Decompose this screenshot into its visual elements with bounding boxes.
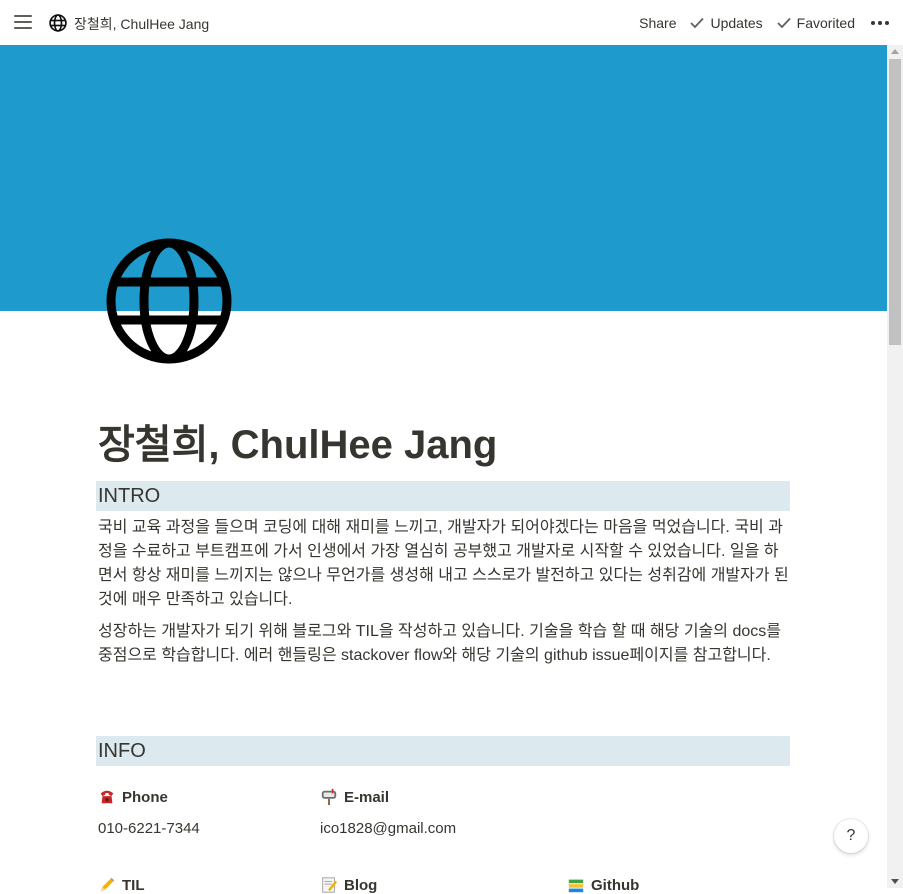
topbar: 장철희, ChulHee Jang Share Updates Favorite…: [0, 0, 903, 45]
globe-icon: [49, 14, 67, 32]
mailbox-icon: [321, 788, 337, 806]
intro-paragraph-1[interactable]: 국비 교육 과정을 들으며 코딩에 대해 재미를 느끼고, 개발자가 되어야겠다…: [98, 516, 790, 612]
page-title[interactable]: 장철희, ChulHee Jang: [98, 412, 497, 470]
check-icon: [690, 17, 705, 28]
github-label: Github: [591, 876, 640, 894]
scrollbar[interactable]: [887, 45, 903, 888]
scroll-up-arrow-icon[interactable]: [891, 49, 899, 54]
favorited-button[interactable]: Favorited: [777, 15, 855, 31]
phone-label: Phone: [122, 788, 168, 806]
more-dots-icon[interactable]: [871, 20, 889, 25]
page-globe-icon[interactable]: [104, 236, 234, 366]
share-button[interactable]: Share: [639, 15, 676, 31]
favorited-label: Favorited: [796, 14, 855, 31]
phone-value[interactable]: 010-6221-7344: [98, 820, 200, 837]
intro-heading[interactable]: INTRO: [96, 481, 790, 511]
check-icon: [777, 17, 791, 28]
til-label: TIL: [122, 876, 145, 894]
scroll-thumb[interactable]: [889, 59, 901, 345]
memo-icon: [322, 877, 338, 893]
blog-label: Blog: [344, 876, 378, 894]
intro-paragraph-2[interactable]: 성장하는 개발자가 되기 위해 블로그와 TIL을 작성하고 있습니다. 기술을…: [98, 620, 790, 668]
github-label-row: Github: [567, 876, 639, 894]
pencil-icon: [100, 877, 115, 892]
books-icon: [568, 879, 584, 893]
topbar-actions: Share Updates Favorited: [625, 0, 889, 45]
help-button[interactable]: ?: [834, 819, 868, 853]
updates-label: Updates: [710, 14, 763, 31]
telephone-icon: [100, 790, 114, 804]
info-heading[interactable]: INFO: [96, 736, 790, 766]
blog-label-row: Blog: [320, 876, 377, 894]
breadcrumb-title[interactable]: 장철희, ChulHee Jang: [74, 14, 209, 34]
til-label-row: TIL: [98, 876, 145, 894]
scroll-down-arrow-icon[interactable]: [891, 879, 899, 884]
email-label-row: E-mail: [320, 788, 389, 806]
updates-button[interactable]: Updates: [690, 14, 763, 31]
email-value[interactable]: ico1828@gmail.com: [320, 820, 456, 837]
email-label: E-mail: [344, 788, 390, 806]
hamburger-icon[interactable]: [14, 14, 32, 30]
phone-label-row: Phone: [98, 788, 168, 806]
